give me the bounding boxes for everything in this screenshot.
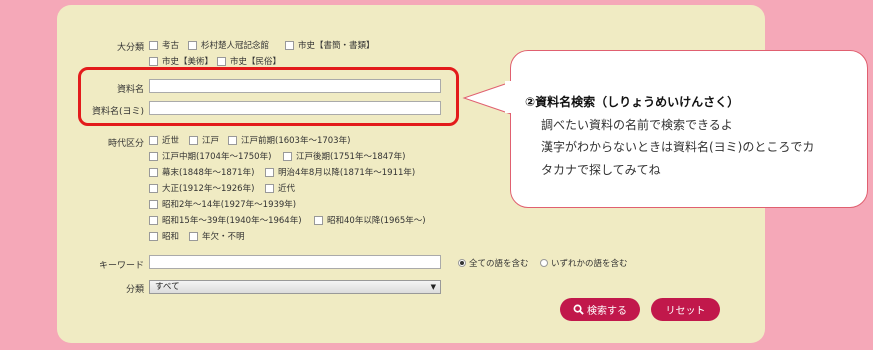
- radio-any-words[interactable]: いずれかの語を含む: [540, 257, 628, 269]
- checkbox-icon[interactable]: [217, 56, 226, 66]
- era-checkbox[interactable]: 江戸: [189, 134, 219, 146]
- checkbox-icon[interactable]: [228, 135, 237, 145]
- era-checkbox[interactable]: 江戸前期(1603年～1703年): [228, 134, 350, 146]
- checkbox-icon[interactable]: [149, 183, 158, 193]
- reset-button-label: リセット: [665, 306, 706, 317]
- era-checkbox[interactable]: 江戸後期(1751年～1847年): [283, 150, 405, 162]
- checkbox-icon[interactable]: [149, 40, 158, 50]
- checkbox-icon[interactable]: [285, 40, 294, 50]
- checkbox-icon[interactable]: [188, 40, 197, 50]
- category-option-label: 市史【美術】: [162, 57, 214, 67]
- era-checkbox[interactable]: 江戸中期(1704年～1750年): [149, 150, 271, 162]
- era-option-label: 昭和: [162, 232, 180, 242]
- bunrui-selected-value: すべて: [155, 282, 180, 292]
- checkbox-icon[interactable]: [149, 167, 158, 177]
- category-checkbox-kouko[interactable]: 考古: [149, 39, 179, 51]
- checkbox-icon[interactable]: [149, 199, 158, 209]
- era-option-label: 幕末(1848年～1871年): [162, 168, 255, 178]
- callout-pointer-joint: [505, 81, 513, 113]
- checkbox-icon[interactable]: [314, 215, 323, 225]
- era-option-label: 江戸中期(1704年～1750年): [162, 152, 272, 162]
- checkbox-icon[interactable]: [189, 135, 198, 145]
- radio-all-words[interactable]: 全ての語を含む: [458, 257, 529, 269]
- category-option-label: 杉村楚人冠記念館: [201, 41, 270, 51]
- category-option-label: 市史【民俗】: [230, 57, 282, 67]
- category-checkbox-shishi-minzoku[interactable]: 市史【民俗】: [217, 55, 281, 67]
- radio-any-label: いずれかの語を含む: [551, 259, 628, 269]
- era-checkbox[interactable]: 幕末(1848年～1871年): [149, 166, 254, 178]
- era-option-label: 年欠・不明: [202, 232, 245, 242]
- reset-button[interactable]: リセット: [651, 298, 720, 321]
- checkbox-icon[interactable]: [265, 167, 274, 177]
- era-checkbox[interactable]: 昭和2年～14年(1927年～1939年): [149, 198, 296, 210]
- era-option-label: 江戸前期(1603年～1703年): [241, 136, 351, 146]
- checkbox-icon[interactable]: [265, 183, 274, 193]
- name-search-highlight: [78, 67, 459, 126]
- callout-line: 漢字がわからないときは資料名(ヨミ)のところでカ: [541, 140, 815, 154]
- radio-icon[interactable]: [540, 259, 548, 267]
- checkbox-icon[interactable]: [149, 151, 158, 161]
- category-label: 大分類: [116, 43, 144, 53]
- radio-all-label: 全ての語を含む: [469, 259, 529, 269]
- checkbox-icon[interactable]: [149, 215, 158, 225]
- checkbox-icon[interactable]: [149, 56, 158, 66]
- era-checkbox[interactable]: 近代: [265, 182, 295, 194]
- era-option-label: 昭和15年～39年(1940年～1964年): [162, 216, 302, 226]
- checkbox-icon[interactable]: [283, 151, 292, 161]
- era-option-label: 江戸: [202, 136, 220, 146]
- era-checkbox[interactable]: 近世: [149, 134, 179, 146]
- radio-icon[interactable]: [458, 259, 466, 267]
- era-checkbox[interactable]: 昭和40年以降(1965年～): [314, 214, 426, 226]
- category-option-label: 市史【書簡・書類】: [298, 41, 375, 51]
- era-option-label: 明治4年8月以降(1871年～1911年): [278, 168, 416, 178]
- era-option-label: 江戸後期(1751年～1847年): [296, 152, 406, 162]
- era-checkbox[interactable]: 年欠・不明: [189, 230, 245, 242]
- magnifier-icon: [573, 304, 584, 315]
- keyword-input[interactable]: [149, 255, 441, 269]
- era-option-label: 大正(1912年～1926年): [162, 184, 255, 194]
- era-label: 時代区分: [107, 139, 144, 149]
- chevron-down-icon: ▼: [430, 283, 436, 291]
- bunrui-label: 分類: [125, 285, 144, 295]
- era-option-label: 昭和2年～14年(1927年～1939年): [162, 200, 297, 210]
- search-button-label: 検索する: [587, 306, 627, 317]
- callout-line: 調べたい資料の名前で検索できるよ: [541, 118, 733, 132]
- era-checkbox[interactable]: 昭和15年～39年(1940年～1964年): [149, 214, 302, 226]
- era-option-label: 昭和40年以降(1965年～): [327, 216, 426, 226]
- category-checkbox-sugimura[interactable]: 杉村楚人冠記念館: [188, 39, 269, 51]
- keyword-label: キーワード: [98, 261, 144, 271]
- callout-line: タカナで探してみてね: [541, 163, 661, 177]
- checkbox-icon[interactable]: [149, 135, 158, 145]
- bunrui-select[interactable]: すべて ▼: [149, 280, 441, 294]
- era-checkbox[interactable]: 大正(1912年～1926年): [149, 182, 254, 194]
- era-option-label: 近世: [162, 136, 180, 146]
- search-button[interactable]: 検索する: [560, 298, 640, 321]
- era-option-label: 近代: [278, 184, 296, 194]
- era-checkbox[interactable]: 明治4年8月以降(1871年～1911年): [265, 166, 415, 178]
- checkbox-icon[interactable]: [189, 231, 198, 241]
- category-checkbox-shishi-bijutsu[interactable]: 市史【美術】: [149, 55, 213, 67]
- callout-title: ②資料名検索（しりょうめいけんさく）: [525, 95, 740, 109]
- checkbox-icon[interactable]: [149, 231, 158, 241]
- category-checkbox-shishi-shokan[interactable]: 市史【書簡・書類】: [285, 39, 375, 51]
- era-checkbox[interactable]: 昭和: [149, 230, 179, 242]
- category-option-label: 考古: [162, 41, 180, 51]
